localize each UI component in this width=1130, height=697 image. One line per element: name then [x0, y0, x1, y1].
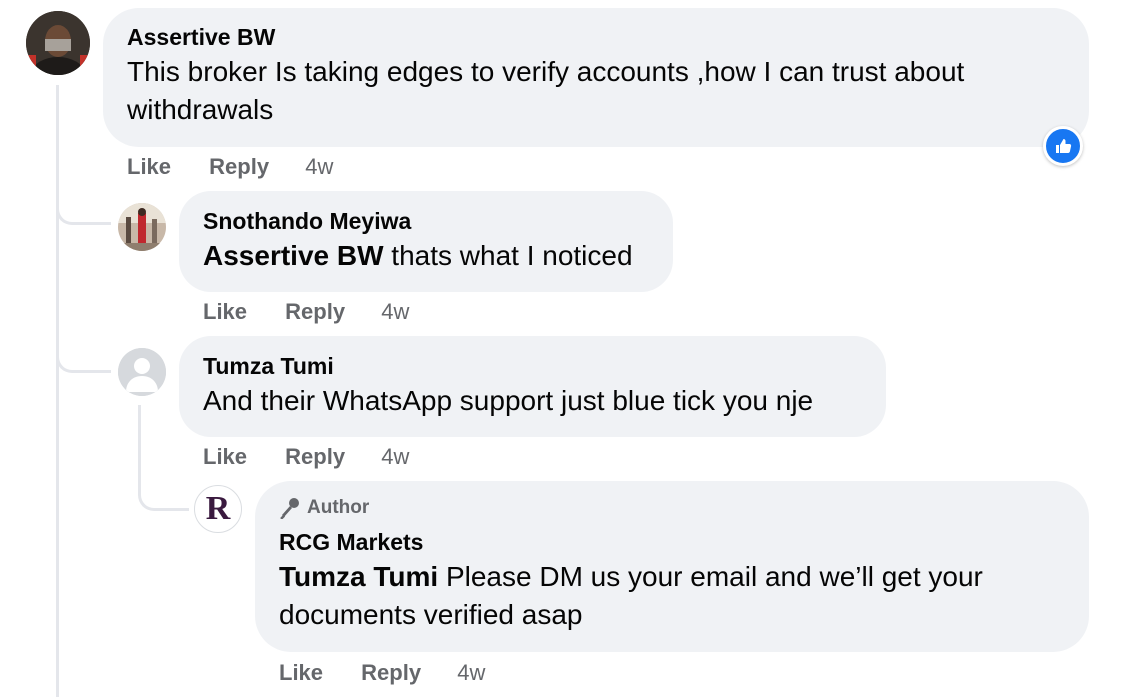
comment-timestamp[interactable]: 4w — [305, 154, 333, 179]
thumbs-up-icon — [1056, 139, 1072, 153]
comment-author[interactable]: Assertive BW — [127, 24, 1065, 51]
author-badge: Author — [279, 497, 1065, 519]
comment-bubble: Assertive BW This broker Is taking edges… — [103, 8, 1089, 147]
mention-link[interactable]: Assertive BW — [203, 240, 384, 271]
like-button[interactable]: Like — [127, 154, 171, 179]
like-button[interactable]: Like — [203, 444, 247, 469]
author-badge-label: Author — [307, 497, 370, 518]
thread-branch-1 — [56, 190, 111, 225]
comment-timestamp[interactable]: 4w — [457, 660, 485, 685]
mention-link[interactable]: Tumza Tumi — [279, 561, 438, 592]
reply-button[interactable]: Reply — [209, 154, 269, 179]
comment-text: Assertive BW thats what I noticed — [203, 237, 649, 275]
thread-branch-3 — [138, 476, 189, 511]
comment-timestamp[interactable]: 4w — [381, 299, 409, 324]
comment-actions: Like Reply 4w — [127, 154, 333, 180]
rcg-logo: R — [205, 490, 231, 527]
comment-body: thats what I noticed — [383, 240, 633, 271]
reply-button[interactable]: Reply — [285, 444, 345, 469]
comment-actions: Like Reply 4w — [279, 660, 485, 686]
like-button[interactable]: Like — [279, 660, 323, 685]
comment-text: Tumza Tumi Please DM us your email and w… — [279, 558, 1059, 634]
thread-line-sub — [138, 405, 141, 485]
comment-text: This broker Is taking edges to verify ac… — [127, 56, 965, 125]
comment-author[interactable]: RCG Markets — [279, 529, 1065, 556]
comment-author[interactable]: Snothando Meyiwa — [203, 208, 649, 235]
avatar-assertive-bw[interactable] — [26, 11, 90, 75]
reply-bubble: Tumza Tumi And their WhatsApp support ju… — [179, 336, 886, 437]
avatar-snothando-meyiwa[interactable] — [118, 203, 166, 251]
avatar-rcg-markets[interactable]: R — [194, 485, 242, 533]
like-reaction-icon[interactable] — [1043, 126, 1083, 166]
avatar-image — [26, 11, 90, 75]
comment-actions: Like Reply 4w — [203, 299, 409, 325]
comment-actions: Like Reply 4w — [203, 444, 409, 470]
thread-line-main — [56, 85, 59, 697]
comment-timestamp[interactable]: 4w — [381, 444, 409, 469]
like-button[interactable]: Like — [203, 299, 247, 324]
reply-button[interactable]: Reply — [285, 299, 345, 324]
microphone-icon — [280, 498, 299, 519]
comment-text: And their WhatsApp support just blue tic… — [203, 385, 814, 416]
default-profile-icon — [118, 348, 166, 396]
avatar-image — [118, 203, 166, 251]
comment-author[interactable]: Tumza Tumi — [203, 353, 862, 380]
thread-branch-2 — [56, 338, 111, 373]
reply-bubble: Snothando Meyiwa Assertive BW thats what… — [179, 191, 673, 292]
reply-bubble: Author RCG Markets Tumza Tumi Please DM … — [255, 481, 1089, 652]
reply-button[interactable]: Reply — [361, 660, 421, 685]
avatar-tumza-tumi[interactable] — [118, 348, 166, 396]
